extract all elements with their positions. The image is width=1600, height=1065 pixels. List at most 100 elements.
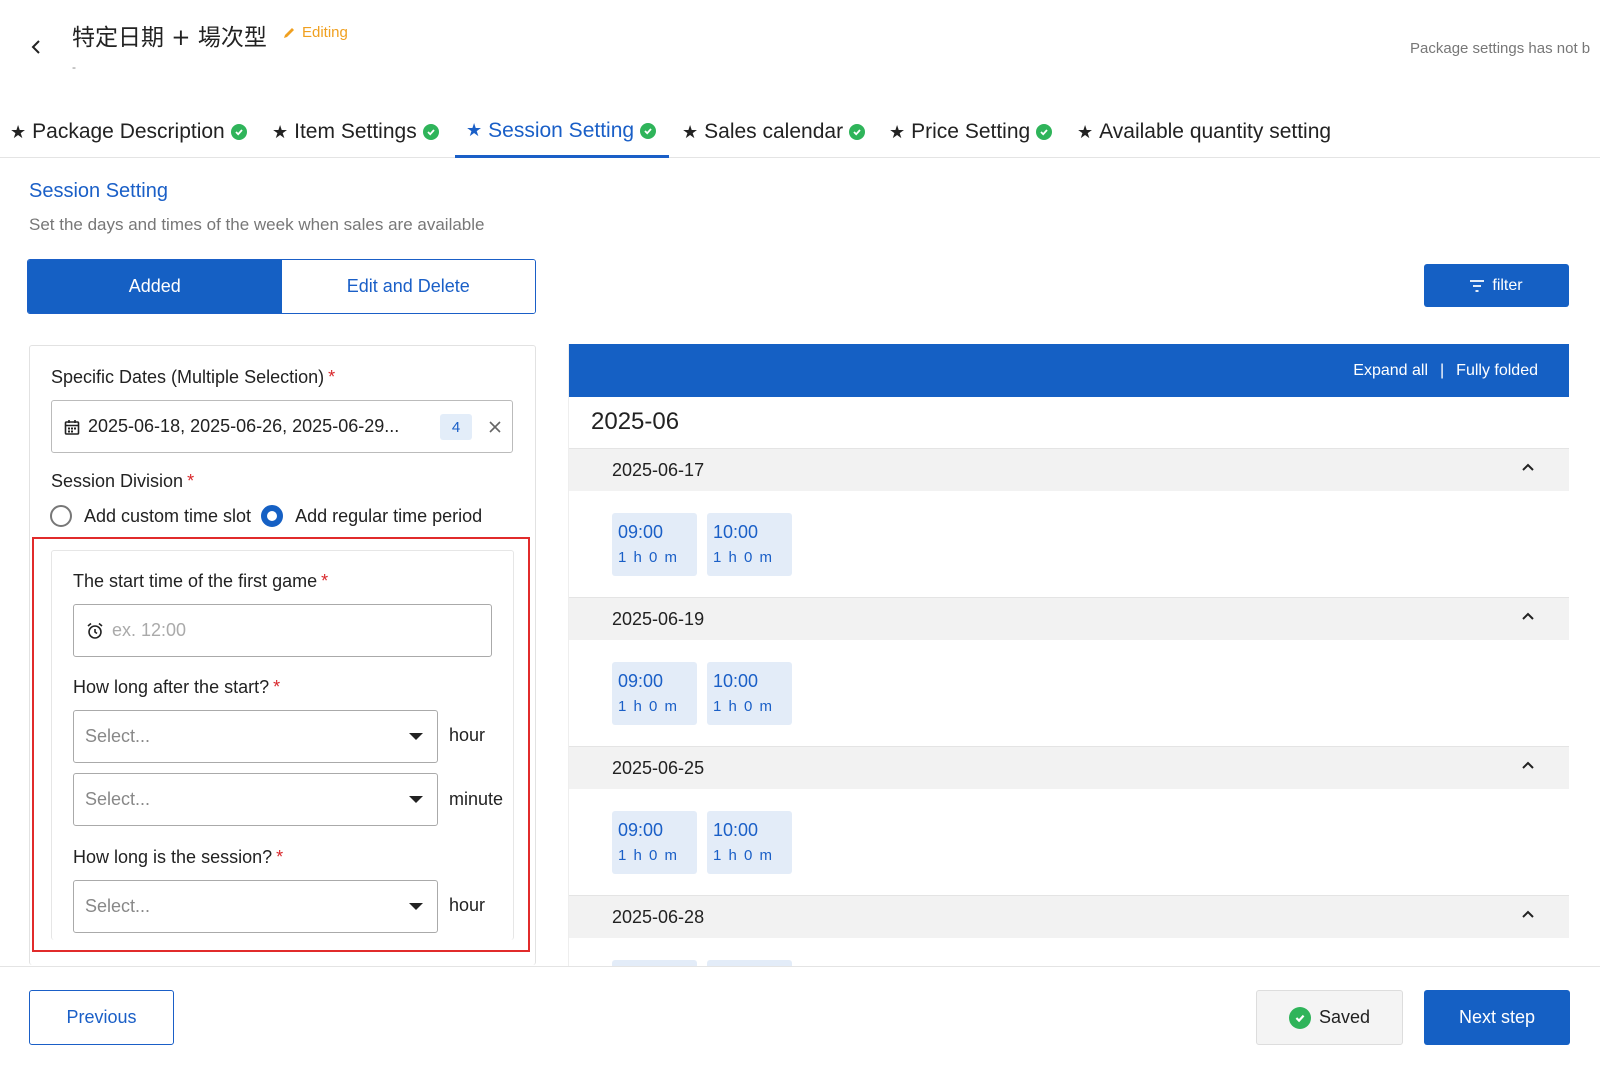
chevron-up-icon [1522, 612, 1534, 620]
dates-count-badge: 4 [440, 414, 472, 440]
calendar-header-bar: Expand all | Fully folded [569, 344, 1569, 397]
minute-unit-label: minute [449, 789, 504, 809]
previous-button[interactable]: Previous [29, 990, 174, 1045]
star-icon: ★ [682, 121, 699, 142]
month-heading: 2025-06 [591, 408, 680, 435]
back-button[interactable] [26, 36, 46, 58]
session-slot[interactable]: 10:00 1 h 0 m [707, 662, 792, 725]
day-date: 2025-06-28 [612, 906, 705, 927]
dates-value: 2025-06-18, 2025-06-26, 2025-06-29... [88, 416, 400, 436]
saved-label: Saved [1318, 1007, 1371, 1027]
tab-label: Session Setting [488, 118, 635, 142]
duration-label: How long is the session? * [73, 847, 283, 868]
required-marker: * [187, 471, 195, 491]
slot-time: 10:00 [713, 522, 759, 542]
separator: | [1440, 361, 1445, 379]
regular-period-radio[interactable] [261, 505, 284, 527]
division-label-text: Session Division [51, 471, 184, 491]
star-icon: ★ [272, 121, 289, 142]
tab-label: Available quantity setting [1099, 120, 1332, 143]
filter-button[interactable]: filter [1424, 264, 1569, 307]
section-title: Session Setting [29, 180, 168, 202]
slot-time: 10:00 [713, 671, 759, 691]
chevron-left-icon [31, 40, 40, 54]
start-time-field[interactable] [73, 604, 492, 657]
day-header-2025-06-28[interactable]: 2025-06-28 [569, 895, 1569, 938]
calendar-icon [64, 419, 80, 435]
star-icon: ★ [1077, 121, 1094, 142]
tab-session-setting[interactable]: ★ Session Setting [455, 106, 669, 158]
check-circle-icon [230, 124, 247, 140]
filter-label: filter [1492, 276, 1523, 294]
dates-label-text: Specific Dates (Multiple Selection) [51, 367, 325, 387]
check-circle-icon [1036, 124, 1053, 140]
expand-all-link[interactable]: Expand all [1353, 362, 1428, 380]
hour-unit-label: hour [449, 895, 486, 915]
after-start-hour-select[interactable]: Select... [73, 710, 438, 763]
slot-duration: 1 h 0 m [618, 698, 679, 715]
dates-label: Specific Dates (Multiple Selection) * [51, 367, 335, 388]
tab-item-settings[interactable]: ★ Item Settings [272, 106, 439, 158]
session-slot[interactable]: 09:00 1 h 0 m [612, 662, 697, 725]
dates-picker[interactable]: 2025-06-18, 2025-06-26, 2025-06-29... 4 [51, 400, 513, 453]
star-icon: ★ [10, 121, 27, 142]
slot-duration: 1 h 0 m [618, 549, 679, 566]
next-step-button[interactable]: Next step [1424, 990, 1570, 1045]
required-marker: * [321, 571, 329, 591]
chevron-up-icon [1522, 463, 1534, 471]
check-circle-icon [849, 124, 866, 140]
added-tab-button[interactable]: Added [28, 260, 282, 313]
tab-sales-calendar[interactable]: ★ Sales calendar [682, 106, 866, 158]
session-slot[interactable]: 10:00 1 h 0 m [707, 811, 792, 874]
custom-slot-radio[interactable] [50, 505, 72, 527]
start-time-input[interactable] [112, 620, 472, 641]
slot-time: 10:00 [713, 820, 759, 840]
check-circle-icon [640, 122, 657, 139]
filter-icon [1470, 279, 1485, 292]
regular-period-label[interactable]: Add regular time period [295, 506, 482, 527]
chevron-up-icon [1522, 910, 1534, 918]
slot-time: 09:00 [618, 671, 664, 691]
required-marker: * [276, 847, 284, 867]
package-status-text: Package settings has not b [1410, 40, 1591, 57]
saved-button[interactable]: Saved [1256, 990, 1403, 1045]
select-placeholder: Select... [85, 789, 151, 809]
tab-price-setting[interactable]: ★ Price Setting [889, 106, 1053, 158]
duration-label-text: How long is the session? [73, 847, 273, 867]
custom-slot-label[interactable]: Add custom time slot [84, 506, 251, 527]
package-title: 特定日期 + 場次型 [72, 25, 267, 51]
session-slot[interactable]: 10:00 1 h 0 m [707, 513, 792, 576]
dropdown-caret-icon [409, 796, 423, 803]
required-marker: * [328, 367, 336, 387]
package-subtitle: - [72, 60, 76, 74]
day-header-2025-06-19[interactable]: 2025-06-19 [569, 597, 1569, 640]
select-placeholder: Select... [85, 896, 151, 916]
tab-label: Package Description [32, 120, 225, 143]
day-header-2025-06-17[interactable]: 2025-06-17 [569, 448, 1569, 491]
tab-available-quantity[interactable]: ★ Available quantity setting [1077, 106, 1331, 158]
division-radio-group: Add custom time slot Add regular time pe… [50, 505, 492, 527]
after-start-minute-select[interactable]: Select... [73, 773, 438, 826]
day-date: 2025-06-17 [612, 459, 705, 480]
fully-folded-link[interactable]: Fully folded [1456, 362, 1538, 380]
tab-label: Item Settings [294, 120, 417, 143]
session-slot[interactable]: 09:00 1 h 0 m [612, 513, 697, 576]
session-slot[interactable]: 09:00 1 h 0 m [612, 811, 697, 874]
check-circle-icon [422, 124, 439, 140]
clear-dates-button[interactable] [482, 414, 508, 440]
slot-duration: 1 h 0 m [713, 549, 774, 566]
slot-duration: 1 h 0 m [713, 698, 774, 715]
slot-time: 09:00 [618, 820, 664, 840]
required-marker: * [273, 677, 281, 697]
edit-delete-tab-button[interactable]: Edit and Delete [281, 260, 535, 313]
chevron-up-icon [1522, 761, 1534, 769]
day-header-2025-06-25[interactable]: 2025-06-25 [569, 746, 1569, 789]
alarm-clock-icon [87, 622, 103, 639]
mode-toggle: Added Edit and Delete [27, 259, 536, 314]
duration-hour-select[interactable]: Select... [73, 880, 438, 933]
hour-unit-label: hour [449, 725, 486, 745]
tab-package-description[interactable]: ★ Package Description [10, 106, 247, 158]
slot-duration: 1 h 0 m [713, 847, 774, 864]
check-circle-icon [1288, 1006, 1311, 1029]
day-date: 2025-06-19 [612, 608, 705, 629]
